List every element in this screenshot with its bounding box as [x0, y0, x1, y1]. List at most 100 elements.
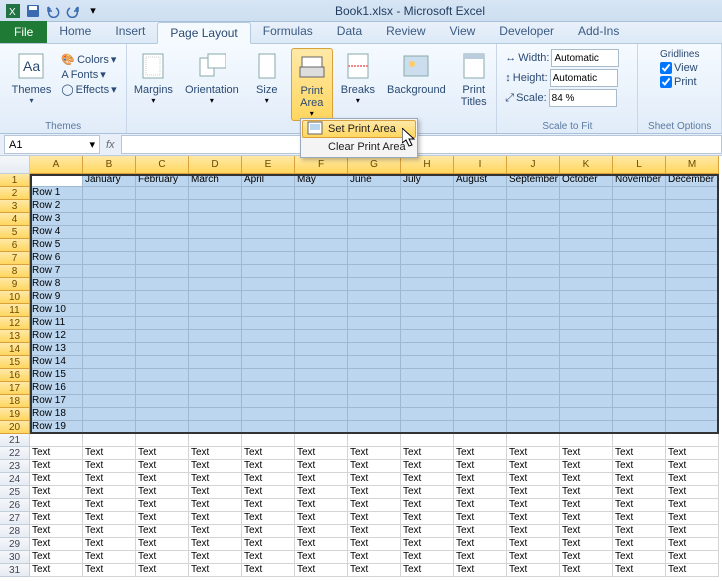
breaks-button[interactable]: Breaks▾	[337, 48, 379, 107]
cell[interactable]	[295, 434, 348, 447]
cell[interactable]	[189, 395, 242, 408]
cell[interactable]	[666, 226, 719, 239]
cell[interactable]: Text	[613, 447, 666, 460]
cell[interactable]: Text	[507, 551, 560, 564]
cell[interactable]	[666, 369, 719, 382]
cell[interactable]	[666, 382, 719, 395]
cell[interactable]: Text	[560, 473, 613, 486]
cell[interactable]: Text	[136, 525, 189, 538]
cell[interactable]	[507, 239, 560, 252]
cell[interactable]: Text	[348, 525, 401, 538]
cell[interactable]	[295, 200, 348, 213]
cell[interactable]: Text	[83, 499, 136, 512]
row-header[interactable]: 8	[0, 265, 30, 278]
cell[interactable]: Text	[401, 460, 454, 473]
row-header[interactable]: 21	[0, 434, 30, 447]
row-header[interactable]: 11	[0, 304, 30, 317]
cell[interactable]: Text	[454, 447, 507, 460]
cell[interactable]: Text	[189, 473, 242, 486]
cell[interactable]	[136, 226, 189, 239]
cell[interactable]	[189, 343, 242, 356]
cell[interactable]	[560, 369, 613, 382]
cell[interactable]: Row 15	[30, 369, 83, 382]
cell[interactable]	[83, 382, 136, 395]
cell[interactable]	[666, 421, 719, 434]
cell[interactable]	[507, 213, 560, 226]
cell[interactable]	[613, 187, 666, 200]
cell[interactable]	[507, 395, 560, 408]
cell[interactable]	[401, 187, 454, 200]
cell[interactable]: Text	[401, 564, 454, 577]
cell[interactable]	[295, 369, 348, 382]
row-header[interactable]: 13	[0, 330, 30, 343]
cell[interactable]: Text	[348, 512, 401, 525]
cell[interactable]: Text	[189, 564, 242, 577]
cell[interactable]: Text	[613, 564, 666, 577]
cell[interactable]	[560, 330, 613, 343]
row-header[interactable]: 14	[0, 343, 30, 356]
cell[interactable]	[666, 304, 719, 317]
cell[interactable]: Text	[83, 447, 136, 460]
cell[interactable]: Text	[136, 473, 189, 486]
cell[interactable]	[560, 291, 613, 304]
cell[interactable]	[242, 382, 295, 395]
set-print-area-item[interactable]: Set Print Area	[302, 120, 416, 138]
cell[interactable]	[295, 291, 348, 304]
save-icon[interactable]	[24, 2, 42, 20]
cell[interactable]: Text	[83, 473, 136, 486]
row-header[interactable]: 19	[0, 408, 30, 421]
cell[interactable]	[613, 317, 666, 330]
cell[interactable]	[242, 265, 295, 278]
cell[interactable]	[242, 252, 295, 265]
cell[interactable]: Text	[560, 512, 613, 525]
cell[interactable]: Text	[242, 486, 295, 499]
column-header[interactable]: A	[30, 156, 83, 174]
cell[interactable]	[242, 213, 295, 226]
cell[interactable]	[454, 317, 507, 330]
cell[interactable]	[189, 434, 242, 447]
cell[interactable]: Text	[507, 447, 560, 460]
cell[interactable]	[189, 278, 242, 291]
column-header[interactable]: I	[454, 156, 507, 174]
cell[interactable]: Row 16	[30, 382, 83, 395]
cell[interactable]: Text	[189, 499, 242, 512]
cell[interactable]	[136, 330, 189, 343]
cell[interactable]	[30, 174, 83, 187]
cell[interactable]: Text	[295, 525, 348, 538]
cell[interactable]	[242, 369, 295, 382]
cell[interactable]	[454, 330, 507, 343]
cell[interactable]	[83, 291, 136, 304]
cell[interactable]	[560, 213, 613, 226]
cell[interactable]	[83, 343, 136, 356]
print-titles-button[interactable]: Print Titles	[454, 48, 494, 110]
cell[interactable]	[348, 278, 401, 291]
cell[interactable]	[348, 200, 401, 213]
cell[interactable]: Text	[189, 538, 242, 551]
cell[interactable]: Text	[613, 473, 666, 486]
cell[interactable]	[242, 395, 295, 408]
cell[interactable]	[666, 213, 719, 226]
redo-icon[interactable]	[64, 2, 82, 20]
cell[interactable]: Text	[613, 538, 666, 551]
cell[interactable]: Text	[295, 447, 348, 460]
cell[interactable]	[401, 382, 454, 395]
cell[interactable]: Text	[242, 564, 295, 577]
cell[interactable]	[401, 421, 454, 434]
cell[interactable]: Text	[560, 486, 613, 499]
row-header[interactable]: 9	[0, 278, 30, 291]
cell[interactable]: December	[666, 174, 719, 187]
cell[interactable]: Text	[242, 538, 295, 551]
cell[interactable]: Text	[136, 551, 189, 564]
cell[interactable]	[348, 213, 401, 226]
cell[interactable]: Text	[560, 564, 613, 577]
cell[interactable]	[454, 226, 507, 239]
cell[interactable]	[560, 317, 613, 330]
cell[interactable]: Text	[83, 538, 136, 551]
cell[interactable]: Text	[30, 460, 83, 473]
row-header[interactable]: 17	[0, 382, 30, 395]
cell[interactable]	[242, 343, 295, 356]
cell[interactable]	[295, 239, 348, 252]
cell[interactable]	[454, 343, 507, 356]
cell[interactable]	[454, 265, 507, 278]
cell[interactable]: Text	[401, 447, 454, 460]
